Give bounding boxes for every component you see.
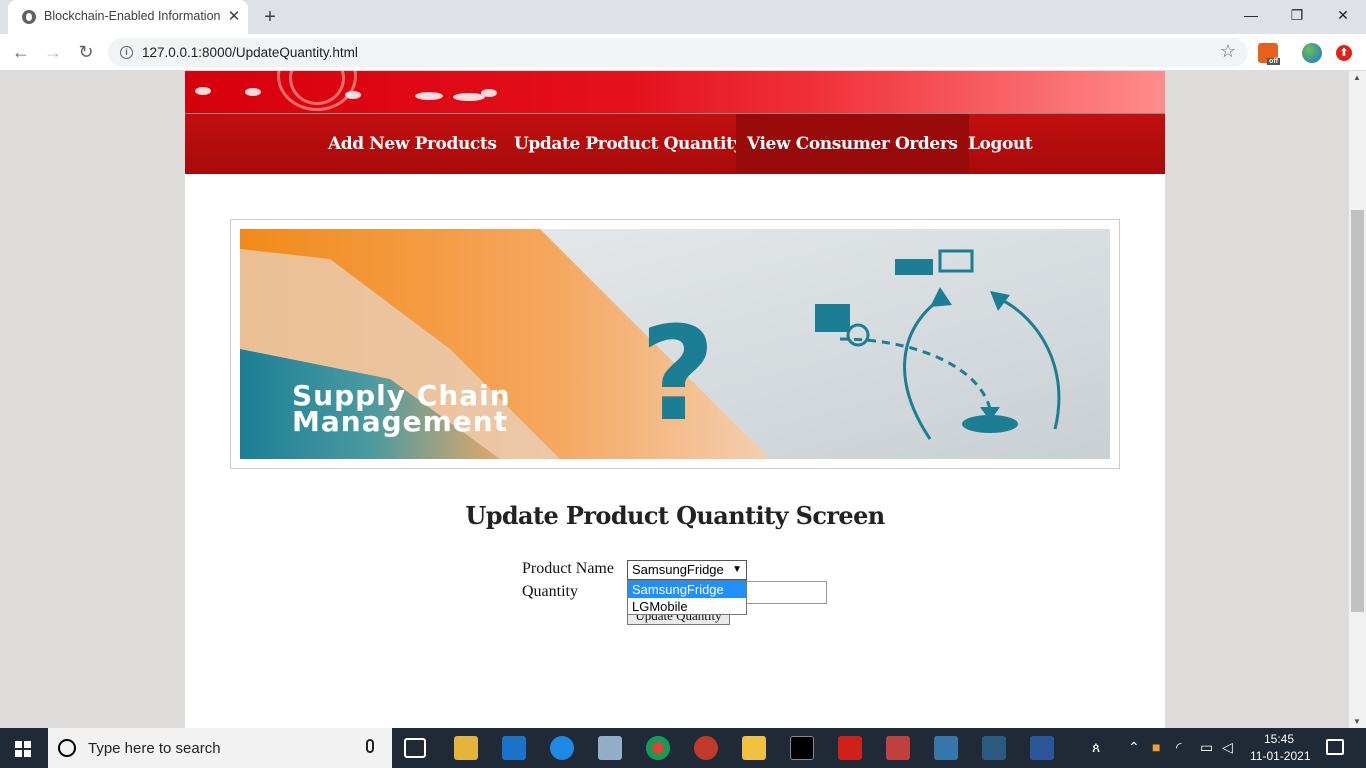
mail-icon[interactable] bbox=[502, 736, 526, 760]
python-icon[interactable] bbox=[934, 736, 958, 760]
app-red-icon[interactable] bbox=[694, 736, 718, 760]
header-banner bbox=[185, 71, 1165, 114]
dropdown-option[interactable]: LGMobile bbox=[628, 598, 746, 615]
forward-button[interactable]: → bbox=[41, 40, 65, 64]
vertical-scrollbar[interactable]: ▲ ▼ bbox=[1349, 71, 1366, 728]
cortana-icon bbox=[58, 739, 76, 757]
dropdown-option[interactable]: SamsungFridge bbox=[628, 581, 746, 598]
close-window-button[interactable]: ✕ bbox=[1320, 0, 1366, 30]
nav-update-product-quantity[interactable]: Update Product Quantity bbox=[503, 114, 754, 174]
globe-icon bbox=[22, 10, 36, 24]
edge-icon[interactable] bbox=[550, 736, 574, 760]
supply-chain-banner: ? Supply Chain Management bbox=[240, 229, 1110, 459]
browser-toolbar: ← → ↻ i 127.0.0.1:8000/UpdateQuantity.ht… bbox=[0, 34, 1366, 71]
clock-time[interactable]: 15:45 bbox=[1264, 732, 1294, 746]
app-icon[interactable] bbox=[598, 736, 622, 760]
paint-icon[interactable] bbox=[886, 736, 910, 760]
tab-title: Blockchain-Enabled Information bbox=[44, 9, 220, 23]
selected-product: SamsungFridge bbox=[632, 562, 724, 577]
extension-badge: off bbox=[1267, 58, 1280, 65]
taskbar-search[interactable]: Type here to search bbox=[48, 728, 392, 768]
decorative-heart bbox=[195, 87, 211, 95]
task-view-icon[interactable] bbox=[404, 738, 426, 758]
site-navbar: Add New Products Update Product Quantity… bbox=[185, 114, 1165, 174]
page-viewport: Add New Products Update Product Quantity… bbox=[0, 71, 1349, 728]
info-icon[interactable]: i bbox=[120, 46, 133, 59]
close-tab-icon[interactable]: ✕ bbox=[224, 7, 244, 27]
windows-taskbar: Type here to search ጰ ⌃ ■ ◜ ▭ ◁ 15:45 11… bbox=[0, 728, 1366, 768]
cloud-icon bbox=[962, 415, 1018, 433]
system-tray: ጰ ⌃ ■ ◜ ▭ ◁ 15:45 11-01-2021 bbox=[1090, 728, 1366, 768]
file-explorer-icon[interactable] bbox=[742, 736, 766, 760]
wifi-icon[interactable]: ◜ bbox=[1176, 739, 1181, 756]
decorative-heart bbox=[481, 89, 497, 97]
new-tab-button[interactable]: + bbox=[258, 5, 282, 29]
browser-titlebar: Blockchain-Enabled Information ✕ + — ❐ ✕ bbox=[0, 0, 1366, 34]
quantity-label: Quantity bbox=[522, 583, 578, 600]
windows-start-icon[interactable] bbox=[0, 728, 48, 768]
store-icon[interactable] bbox=[454, 736, 478, 760]
scroll-down-icon[interactable]: ▼ bbox=[1353, 717, 1361, 726]
command-prompt-icon[interactable] bbox=[790, 736, 814, 760]
profile-extension-icon[interactable] bbox=[1302, 43, 1322, 63]
decorative-heart bbox=[245, 88, 261, 96]
word-icon[interactable] bbox=[1030, 736, 1054, 760]
page-title: Update Product Quantity Screen bbox=[465, 501, 885, 530]
decorative-heart bbox=[415, 92, 443, 100]
banner-frame: ? Supply Chain Management bbox=[230, 219, 1120, 469]
clock-date[interactable]: 11-01-2021 bbox=[1250, 749, 1311, 763]
question-mark: ? bbox=[640, 298, 715, 450]
back-button[interactable]: ← bbox=[9, 40, 33, 64]
product-name-label: Product Name bbox=[522, 560, 614, 577]
update-extension-icon[interactable]: ⬆ bbox=[1336, 45, 1352, 61]
acrobat-icon[interactable] bbox=[838, 736, 862, 760]
volume-icon[interactable]: ◁ bbox=[1222, 739, 1233, 756]
mysql-icon[interactable] bbox=[982, 736, 1006, 760]
decorative-heart bbox=[345, 91, 361, 99]
minimize-button[interactable]: — bbox=[1228, 0, 1274, 30]
battery-icon[interactable]: ▭ bbox=[1200, 739, 1213, 756]
decorative-heart bbox=[453, 93, 485, 101]
scroll-thumb[interactable] bbox=[1351, 210, 1364, 612]
package-icon bbox=[815, 304, 850, 332]
reload-button[interactable]: ↻ bbox=[74, 40, 98, 64]
tray-app-icon[interactable]: ■ bbox=[1152, 739, 1160, 755]
chevron-up-icon[interactable]: ⌃ bbox=[1128, 739, 1140, 756]
dropdown-arrow-icon: ▼ bbox=[732, 564, 742, 575]
maximize-button[interactable]: ❐ bbox=[1274, 0, 1320, 30]
product-name-select[interactable]: SamsungFridge ▼ bbox=[627, 560, 747, 580]
address-bar[interactable]: i 127.0.0.1:8000/UpdateQuantity.html ☆ bbox=[108, 38, 1248, 67]
extension-icon[interactable]: off bbox=[1258, 43, 1280, 65]
product-dropdown-list[interactable]: SamsungFridge LGMobile bbox=[627, 580, 747, 615]
url-text[interactable]: 127.0.0.1:8000/UpdateQuantity.html bbox=[142, 45, 358, 60]
browser-tab[interactable]: Blockchain-Enabled Information ✕ bbox=[8, 0, 248, 34]
chrome-icon[interactable] bbox=[646, 736, 670, 760]
banner-text-line2: Management bbox=[292, 405, 508, 438]
factory-icon bbox=[895, 259, 933, 275]
supply-chain-banner-graphic: ? Supply Chain Management bbox=[240, 229, 1110, 459]
people-icon[interactable]: ጰ bbox=[1092, 739, 1100, 756]
microphone-icon[interactable] bbox=[366, 739, 374, 753]
notifications-icon[interactable] bbox=[1326, 739, 1344, 755]
page-container: Add New Products Update Product Quantity… bbox=[185, 71, 1165, 728]
scroll-up-icon[interactable]: ▲ bbox=[1353, 73, 1361, 82]
bookmark-star-icon[interactable]: ☆ bbox=[1220, 41, 1236, 62]
nav-logout[interactable]: Logout bbox=[957, 114, 1043, 174]
nav-view-consumer-orders[interactable]: View Consumer Orders bbox=[736, 114, 969, 174]
search-placeholder: Type here to search bbox=[88, 740, 221, 757]
nav-add-new-products[interactable]: Add New Products bbox=[317, 114, 508, 174]
